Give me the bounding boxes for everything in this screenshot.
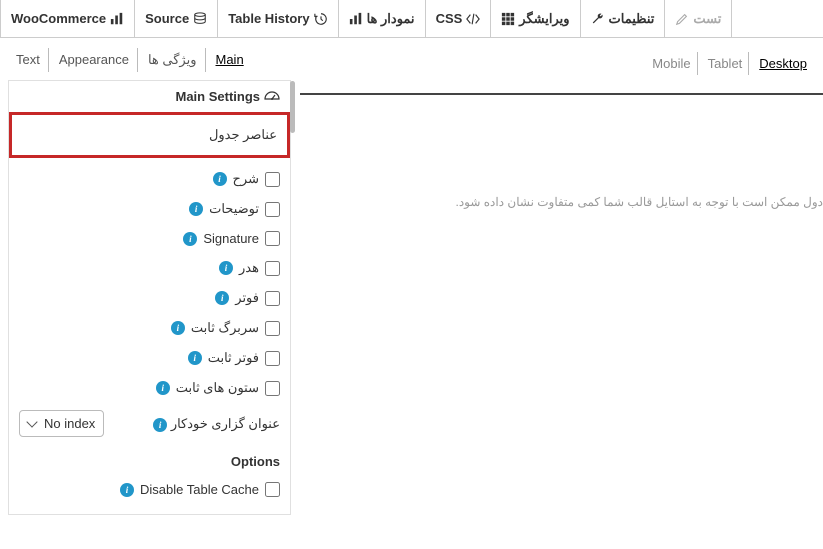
sidebar-tab-main[interactable]: Main <box>208 48 252 72</box>
checkbox-description[interactable] <box>265 172 280 187</box>
wrench-icon <box>591 12 605 26</box>
sidebar: Text Appearance ویژگی ها Main Main Setti… <box>0 38 300 549</box>
chart-icon <box>110 12 124 26</box>
info-icon[interactable]: i <box>120 483 134 497</box>
panel-header: Main Settings <box>9 81 290 112</box>
dashboard-icon <box>264 91 280 103</box>
checkbox-footer[interactable] <box>265 291 280 306</box>
info-icon[interactable]: i <box>156 381 170 395</box>
highlighted-section: عناصر جدول <box>9 112 290 158</box>
highlighted-label: عناصر جدول <box>209 127 277 142</box>
auto-index-row: No index i عنوان گزاری خودکار <box>19 403 280 444</box>
settings-list: i شرح i توضیحات i Signature i هدر <box>9 158 290 514</box>
pencil-icon <box>675 12 689 26</box>
preview-note: دول ممکن است با توجه به استایل قالب شما … <box>300 95 823 209</box>
grid-icon <box>501 12 515 26</box>
setting-label: ستون های ثابت <box>176 380 259 396</box>
auto-index-value: No index <box>44 416 95 431</box>
preview-tab-mobile[interactable]: Mobile <box>646 52 697 75</box>
tab-source-label: Source <box>145 11 189 26</box>
auto-index-label: عنوان گزاری خودکار <box>171 416 280 431</box>
setting-item: i Disable Table Cache <box>19 475 280 504</box>
checkbox-fixed-columns[interactable] <box>265 381 280 396</box>
chevron-down-icon <box>26 416 37 427</box>
setting-item: i توضیحات <box>19 194 280 224</box>
checkbox-fixed-header[interactable] <box>265 321 280 336</box>
setting-label: فوتر ثابت <box>208 350 259 366</box>
info-icon[interactable]: i <box>171 321 185 335</box>
tab-test[interactable]: تست <box>665 0 732 37</box>
setting-label: فوتر <box>235 290 259 306</box>
preview-tab-desktop[interactable]: Desktop <box>753 52 813 75</box>
code-icon <box>466 12 480 26</box>
top-tabs: WooCommerce Source Table History نمودار … <box>0 0 823 38</box>
sidebar-tab-features[interactable]: ویژگی ها <box>140 48 206 72</box>
setting-label: هدر <box>239 260 259 276</box>
tab-css-label: CSS <box>436 11 463 26</box>
tab-table-history[interactable]: Table History <box>218 0 338 37</box>
tab-test-label: تست <box>693 11 721 27</box>
setting-label: سربرگ ثابت <box>191 320 259 336</box>
checkbox-signature[interactable] <box>265 231 280 246</box>
scroll-indicator <box>290 81 295 133</box>
preview-tab-tablet[interactable]: Tablet <box>702 52 750 75</box>
setting-item: i ستون های ثابت <box>19 373 280 403</box>
preview-tabs: Mobile Tablet Desktop <box>300 48 823 85</box>
sidebar-tab-appearance[interactable]: Appearance <box>51 48 138 72</box>
setting-label: Signature <box>203 231 259 246</box>
info-icon[interactable]: i <box>183 232 197 246</box>
tab-source[interactable]: Source <box>135 0 218 37</box>
setting-item: i فوتر <box>19 283 280 313</box>
auto-index-label-wrap: i عنوان گزاری خودکار <box>153 416 280 432</box>
tab-editor-label: ویرایشگر <box>519 11 569 27</box>
database-icon <box>193 12 207 26</box>
checkbox-header[interactable] <box>265 261 280 276</box>
content-row: Text Appearance ویژگی ها Main Main Setti… <box>0 38 823 549</box>
setting-item: i فوتر ثابت <box>19 343 280 373</box>
tab-woocommerce-label: WooCommerce <box>11 11 106 26</box>
info-icon[interactable]: i <box>189 202 203 216</box>
info-icon[interactable]: i <box>153 418 167 432</box>
main-settings-panel: Main Settings عناصر جدول i شرح i توضیحات <box>8 80 291 515</box>
info-icon[interactable]: i <box>219 261 233 275</box>
info-icon[interactable]: i <box>188 351 202 365</box>
tab-woocommerce[interactable]: WooCommerce <box>0 0 135 37</box>
tab-charts[interactable]: نمودار ها <box>339 0 426 37</box>
main-area: Mobile Tablet Desktop دول ممکن است با تو… <box>300 38 823 549</box>
checkbox-disable-cache[interactable] <box>265 482 280 497</box>
tab-css[interactable]: CSS <box>426 0 492 37</box>
setting-item: i سربرگ ثابت <box>19 313 280 343</box>
history-icon <box>314 12 328 26</box>
tab-table-history-label: Table History <box>228 11 309 26</box>
chart-icon <box>349 12 363 26</box>
panel-title: Main Settings <box>175 89 260 104</box>
spacer <box>732 0 823 37</box>
info-icon[interactable]: i <box>215 291 229 305</box>
checkbox-explanations[interactable] <box>265 202 280 217</box>
setting-label: شرح <box>233 171 259 187</box>
checkbox-fixed-footer[interactable] <box>265 351 280 366</box>
tab-settings[interactable]: تنظیمات <box>581 0 666 37</box>
sidebar-tabs: Text Appearance ویژگی ها Main <box>0 38 299 80</box>
auto-index-select[interactable]: No index <box>19 410 104 437</box>
setting-item: i شرح <box>19 164 280 194</box>
setting-item: i Signature <box>19 224 280 253</box>
tab-charts-label: نمودار ها <box>367 11 415 27</box>
tab-settings-label: تنظیمات <box>609 11 655 27</box>
setting-label: توضیحات <box>209 201 259 217</box>
setting-label: Disable Table Cache <box>140 482 259 497</box>
tab-editor[interactable]: ویرایشگر <box>491 0 580 37</box>
options-heading: Options <box>19 444 280 475</box>
sidebar-tab-text[interactable]: Text <box>8 48 49 72</box>
info-icon[interactable]: i <box>213 172 227 186</box>
setting-item: i هدر <box>19 253 280 283</box>
